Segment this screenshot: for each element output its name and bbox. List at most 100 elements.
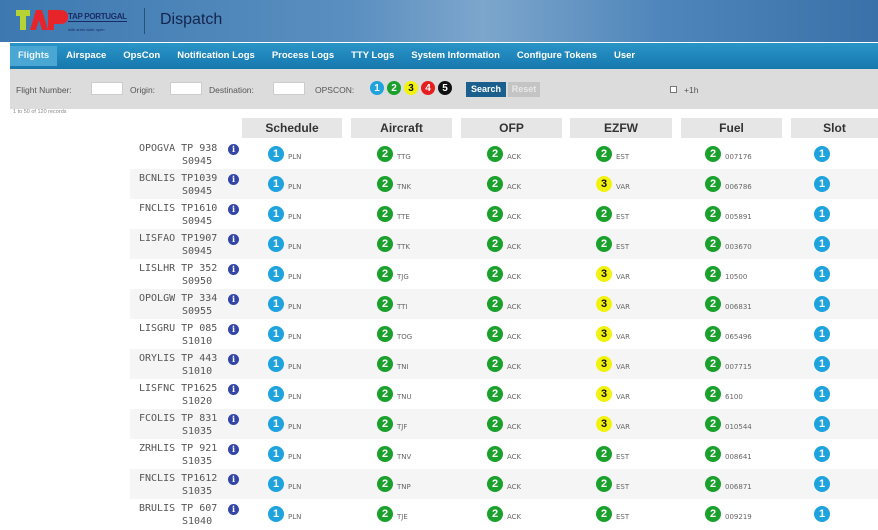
table-row[interactable]: FCOLIS TP 831 S1035 i 1 PLN 2 TJF 2 ACK 3 VAR 2 01… [130, 409, 878, 439]
fuel-status[interactable]: 2 10500 [705, 266, 747, 282]
table-row[interactable]: OPOGVA TP 938 S0945 i 1 PLN 2 TTG 2 ACK 2 EST 2 00… [130, 139, 878, 169]
info-icon[interactable]: i [228, 324, 239, 335]
ofp-status[interactable]: 2 ACK [487, 506, 521, 522]
slot-status[interactable]: 1 [814, 476, 834, 492]
opscon-filter-4[interactable]: 4 [421, 81, 435, 95]
ac-status[interactable]: 2 TTG [377, 146, 411, 162]
ac-status[interactable]: 2 TTK [377, 236, 410, 252]
slot-status[interactable]: 1 [814, 236, 834, 252]
slot-status[interactable]: 1 [814, 266, 834, 282]
flight-number-input[interactable] [91, 82, 123, 95]
ofp-status[interactable]: 2 ACK [487, 206, 521, 222]
ofp-status[interactable]: 2 ACK [487, 146, 521, 162]
slot-status[interactable]: 1 [814, 326, 834, 342]
ac-status[interactable]: 2 TJF [377, 416, 407, 432]
info-icon[interactable]: i [228, 354, 239, 365]
nav-process-logs[interactable]: Process Logs [264, 46, 342, 66]
sched-status[interactable]: 1 PLN [268, 506, 301, 522]
fuel-status[interactable]: 2 005891 [705, 206, 752, 222]
ac-status[interactable]: 2 TNI [377, 356, 409, 372]
nav-opscon[interactable]: OpsCon [115, 46, 168, 66]
slot-status[interactable]: 1 [814, 206, 834, 222]
table-row[interactable]: FNCLIS TP1610 S0945 i 1 PLN 2 TTE 2 ACK 2 EST 2 00… [130, 199, 878, 229]
ofp-status[interactable]: 2 ACK [487, 326, 521, 342]
sched-status[interactable]: 1 PLN [268, 356, 301, 372]
info-icon[interactable]: i [228, 444, 239, 455]
sched-status[interactable]: 1 PLN [268, 146, 301, 162]
fuel-status[interactable]: 2 003670 [705, 236, 752, 252]
ofp-status[interactable]: 2 ACK [487, 296, 521, 312]
column-header-schedule[interactable]: Schedule [242, 118, 342, 138]
ac-status[interactable]: 2 TNK [377, 176, 411, 192]
nav-system-information[interactable]: System Information [403, 46, 508, 66]
ofp-status[interactable]: 2 ACK [487, 176, 521, 192]
fuel-status[interactable]: 2 065496 [705, 326, 752, 342]
sched-status[interactable]: 1 PLN [268, 266, 301, 282]
slot-status[interactable]: 1 [814, 416, 834, 432]
ac-status[interactable]: 2 TOG [377, 326, 412, 342]
opscon-filter-1[interactable]: 1 [370, 81, 384, 95]
ezfw-status[interactable]: 2 EST [596, 206, 629, 222]
ezfw-status[interactable]: 3 VAR [596, 326, 630, 342]
info-icon[interactable]: i [228, 414, 239, 425]
reset-button[interactable]: Reset [508, 82, 540, 97]
table-row[interactable]: FNCLIS TP1612 S1035 i 1 PLN 2 TNP 2 ACK 2 EST 2 00… [130, 469, 878, 499]
ofp-status[interactable]: 2 ACK [487, 446, 521, 462]
ac-status[interactable]: 2 TNV [377, 446, 411, 462]
sched-status[interactable]: 1 PLN [268, 476, 301, 492]
sched-status[interactable]: 1 PLN [268, 296, 301, 312]
ofp-status[interactable]: 2 ACK [487, 416, 521, 432]
sched-status[interactable]: 1 PLN [268, 386, 301, 402]
origin-input[interactable] [170, 82, 202, 95]
table-row[interactable]: LISLHR TP 352 S0950 i 1 PLN 2 TJG 2 ACK 3 VAR 2 10… [130, 259, 878, 289]
slot-status[interactable]: 1 [814, 386, 834, 402]
ezfw-status[interactable]: 3 VAR [596, 416, 630, 432]
ezfw-status[interactable]: 3 VAR [596, 296, 630, 312]
slot-status[interactable]: 1 [814, 356, 834, 372]
fuel-status[interactable]: 2 006786 [705, 176, 752, 192]
fuel-status[interactable]: 2 006871 [705, 476, 752, 492]
table-row[interactable]: BRULIS TP 607 S1040 i 1 PLN 2 TJE 2 ACK 2 EST 2 00… [130, 499, 878, 529]
ezfw-status[interactable]: 3 VAR [596, 266, 630, 282]
ofp-status[interactable]: 2 ACK [487, 356, 521, 372]
ezfw-status[interactable]: 2 EST [596, 446, 629, 462]
ezfw-status[interactable]: 2 EST [596, 146, 629, 162]
ac-status[interactable]: 2 TNU [377, 386, 412, 402]
nav-user[interactable]: User [606, 46, 643, 66]
sched-status[interactable]: 1 PLN [268, 236, 301, 252]
table-row[interactable]: LISFNC TP1625 S1020 i 1 PLN 2 TNU 2 ACK 3 VAR 2 61… [130, 379, 878, 409]
slot-status[interactable]: 1 [814, 296, 834, 312]
info-icon[interactable]: i [228, 504, 239, 515]
ezfw-status[interactable]: 3 VAR [596, 386, 630, 402]
ofp-status[interactable]: 2 ACK [487, 266, 521, 282]
info-icon[interactable]: i [228, 234, 239, 245]
column-header-fuel[interactable]: Fuel [681, 118, 782, 138]
column-header-ezfw[interactable]: EZFW [570, 118, 672, 138]
info-icon[interactable]: i [228, 204, 239, 215]
info-icon[interactable]: i [228, 384, 239, 395]
ac-status[interactable]: 2 TTE [377, 206, 410, 222]
table-row[interactable]: BCNLIS TP1039 S0945 i 1 PLN 2 TNK 2 ACK 3 VAR 2 00… [130, 169, 878, 199]
ezfw-status[interactable]: 2 EST [596, 236, 629, 252]
ofp-status[interactable]: 2 ACK [487, 476, 521, 492]
opscon-filter-5[interactable]: 5 [438, 81, 452, 95]
sched-status[interactable]: 1 PLN [268, 446, 301, 462]
info-icon[interactable]: i [228, 474, 239, 485]
fuel-status[interactable]: 2 007715 [705, 356, 752, 372]
slot-status[interactable]: 1 [814, 446, 834, 462]
ofp-status[interactable]: 2 ACK [487, 236, 521, 252]
slot-status[interactable]: 1 [814, 146, 834, 162]
sched-status[interactable]: 1 PLN [268, 176, 301, 192]
info-icon[interactable]: i [228, 264, 239, 275]
nav-tty-logs[interactable]: TTY Logs [343, 46, 402, 66]
table-row[interactable]: ORYLIS TP 443 S1010 i 1 PLN 2 TNI 2 ACK 3 VAR 2 00… [130, 349, 878, 379]
table-row[interactable]: OPOLGW TP 334 S0955 i 1 PLN 2 TTI 2 ACK 3 VAR 2 00… [130, 289, 878, 319]
fuel-status[interactable]: 2 010544 [705, 416, 752, 432]
column-header-slot[interactable]: Slot [791, 118, 878, 138]
fuel-status[interactable]: 2 008641 [705, 446, 752, 462]
ezfw-status[interactable]: 3 VAR [596, 356, 630, 372]
fuel-status[interactable]: 2 007176 [705, 146, 752, 162]
ezfw-status[interactable]: 3 VAR [596, 176, 630, 192]
slot-status[interactable]: 1 [814, 176, 834, 192]
nav-notification-logs[interactable]: Notification Logs [169, 46, 263, 66]
